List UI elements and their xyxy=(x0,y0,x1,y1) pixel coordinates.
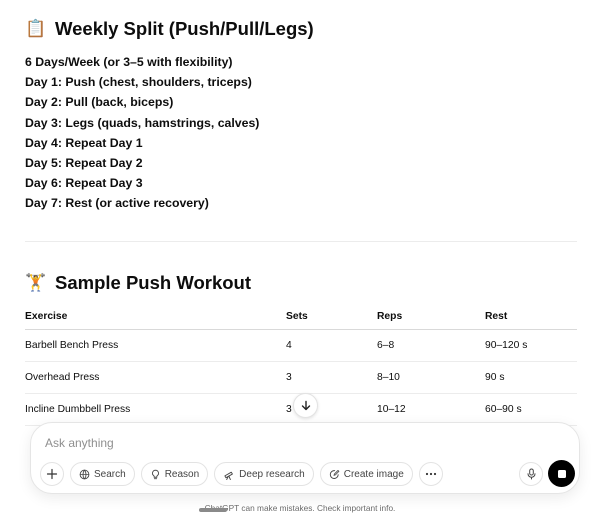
schedule-line: Day 7: Rest (or active recovery) xyxy=(25,196,209,211)
table-cell: 4 xyxy=(286,329,377,362)
reason-button[interactable]: Reason xyxy=(140,462,209,486)
table-cell: 6–8 xyxy=(377,329,485,362)
column-header-exercise: Exercise xyxy=(25,305,286,330)
composer-toolbar: Search Reason Deep research Create image xyxy=(40,462,443,486)
column-header-rest: Rest xyxy=(485,305,577,330)
message-composer: Ask anything Search Reason Deep research… xyxy=(30,422,580,494)
more-tools-button[interactable] xyxy=(418,462,443,486)
table-row: Overhead Press 3 8–10 90 s xyxy=(25,361,577,394)
section-title: Weekly Split (Push/Pull/Legs) xyxy=(55,18,314,39)
table-cell: Incline Dumbbell Press xyxy=(25,393,286,426)
globe-icon xyxy=(79,469,90,479)
section-heading-push-workout: 🏋 Sample Push Workout xyxy=(25,272,251,294)
table-cell: Overhead Press xyxy=(25,361,286,394)
schedule-line: 6 Days/Week (or 3–5 with flexibility) xyxy=(25,55,233,69)
scroll-to-bottom-button[interactable] xyxy=(293,393,318,418)
voice-input-button[interactable] xyxy=(519,462,543,486)
clipboard-icon: 📋 xyxy=(25,19,47,39)
prompt-input[interactable]: Ask anything xyxy=(45,436,114,450)
telescope-icon xyxy=(224,471,234,480)
create-image-label: Create image xyxy=(343,468,404,480)
section-heading-weekly-split: 📋 Weekly Split (Push/Pull/Legs) xyxy=(25,18,314,40)
table-cell: 90–120 s xyxy=(485,329,577,362)
weekly-schedule-list: 6 Days/Week (or 3–5 with flexibility) Da… xyxy=(25,52,259,214)
stop-icon xyxy=(557,469,566,478)
microphone-icon xyxy=(527,468,535,480)
arrow-down-icon xyxy=(301,400,310,410)
weightlifter-icon: 🏋 xyxy=(25,273,47,293)
reason-label: Reason xyxy=(164,468,200,480)
table-cell: 8–10 xyxy=(377,361,485,394)
table-cell: 10–12 xyxy=(377,393,485,426)
lightbulb-icon xyxy=(151,469,159,479)
schedule-line: Day 3: Legs (quads, hamstrings, calves) xyxy=(25,115,260,130)
section-divider xyxy=(25,241,577,242)
column-header-reps: Reps xyxy=(377,305,485,330)
schedule-line: Day 5: Repeat Day 2 xyxy=(25,156,143,171)
add-attachment-button[interactable] xyxy=(40,462,64,486)
table-header-row: Exercise Sets Reps Rest xyxy=(25,305,577,330)
disclaimer-footer: ChatGPT can make mistakes. Check importa… xyxy=(204,503,396,513)
table-cell: 90 s xyxy=(485,361,577,394)
plus-icon xyxy=(46,468,58,480)
table-cell: 3 xyxy=(286,361,377,394)
image-brush-icon xyxy=(329,469,340,479)
search-button[interactable]: Search xyxy=(70,462,135,486)
schedule-line: Day 6: Repeat Day 3 xyxy=(25,176,143,191)
schedule-line: Day 1: Push (chest, shoulders, triceps) xyxy=(25,75,252,90)
section-title: Sample Push Workout xyxy=(55,272,251,293)
table-cell: Barbell Bench Press xyxy=(25,329,286,362)
table-row: Barbell Bench Press 4 6–8 90–120 s xyxy=(25,329,577,362)
stop-generating-button[interactable] xyxy=(548,460,575,487)
deep-research-label: Deep research xyxy=(239,468,305,480)
deep-research-button[interactable]: Deep research xyxy=(214,462,314,486)
search-label: Search xyxy=(94,468,126,480)
schedule-line: Day 2: Pull (back, biceps) xyxy=(25,95,174,110)
column-header-sets: Sets xyxy=(286,305,377,330)
schedule-line: Day 4: Repeat Day 1 xyxy=(25,135,143,150)
drag-handle[interactable] xyxy=(199,508,227,512)
table-cell: 60–90 s xyxy=(485,393,577,426)
create-image-button[interactable]: Create image xyxy=(319,462,413,486)
ellipsis-icon xyxy=(425,472,436,476)
